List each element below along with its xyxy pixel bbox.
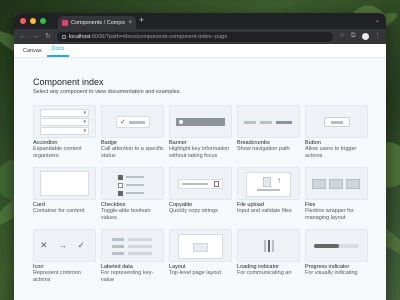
component-card-icon[interactable]: ✕ → ✓ Icon Represent common actions <box>33 229 96 284</box>
component-card-layout[interactable]: Layout Top-level page layout <box>169 229 232 284</box>
close-tab-icon[interactable]: × <box>128 20 132 26</box>
layout-thumbnail <box>169 229 232 262</box>
chevron-down-icon: ▾ <box>83 110 86 116</box>
sample-icons: ✕ → ✓ <box>39 240 90 250</box>
extensions-icon[interactable]: ⧉ <box>351 33 356 40</box>
card-thumbnail <box>33 167 96 200</box>
storybook-favicon-icon <box>62 19 68 26</box>
site-info-icon[interactable] <box>61 34 66 39</box>
checkbox-thumbnail <box>101 167 164 200</box>
page-title: Component index <box>33 77 104 87</box>
breadcrumbs-thumbnail <box>237 105 300 138</box>
maximize-window-button[interactable] <box>40 18 46 24</box>
component-card-banner[interactable]: Banner Highlight key information without… <box>169 105 232 160</box>
url-host: localhost <box>68 33 91 40</box>
browser-tab-title: Components / Component ind <box>71 19 125 26</box>
tab-search-icon[interactable]: ⌄ <box>375 17 380 24</box>
component-description: Highlight key information without taking… <box>169 146 230 159</box>
component-description: Input and validate files <box>237 208 292 214</box>
component-card-checkbox[interactable]: Checkbox Toggle-able boolean values <box>101 167 164 222</box>
upload-arrow-icon: ↑ <box>277 176 281 185</box>
close-window-button[interactable] <box>20 18 26 24</box>
component-card-accordion[interactable]: ▾ ▾ ▾ Accordion Expandable content organ… <box>33 105 96 160</box>
component-card-copyable[interactable]: Copyable Quickly copy strings <box>169 167 232 222</box>
file-upload-thumbnail: ↑ <box>237 167 300 200</box>
component-grid: ▾ ▾ ▾ Accordion Expandable content organ… <box>33 105 379 284</box>
browser-menu-icon[interactable]: ⋮ <box>375 33 382 40</box>
icon-thumbnail: ✕ → ✓ <box>33 229 96 262</box>
loading-indicator-thumbnail <box>237 229 300 262</box>
component-card-button[interactable]: Button Allow users to trigger actions <box>305 105 368 160</box>
component-description: For representing key-value <box>101 270 154 283</box>
address-bar[interactable]: localhost:6006/?path=/docs/components-co… <box>56 31 334 42</box>
docs-content: Component index Select any component to … <box>14 58 386 300</box>
url-path: :6006/?path=/docs/components-component-i… <box>90 33 228 40</box>
component-card-flex[interactable]: Flex Flexbox wrapper for managing layout <box>305 167 368 222</box>
component-description: Top-level page layout <box>169 270 221 276</box>
browser-window: Components / Component ind × + ⌄ ← → ↻ l… <box>14 13 386 300</box>
component-card-progress-indicator[interactable]: Progress indicator For visually indicati… <box>305 229 368 284</box>
banner-thumbnail <box>169 105 232 138</box>
component-description: Allow users to trigger actions <box>305 146 357 159</box>
profile-avatar[interactable] <box>361 33 369 40</box>
component-description: Toggle-able boolean values <box>101 208 151 221</box>
component-card-breadcrumbs[interactable]: Breadcrumbs Show navigation path <box>237 105 300 160</box>
tab-canvas[interactable]: Canvas <box>18 48 47 57</box>
bookmark-star-icon[interactable]: ☆ <box>339 33 345 40</box>
component-description: Represent common actions <box>33 270 81 283</box>
component-description: Show navigation path <box>237 146 290 152</box>
back-arrow-icon[interactable]: ← <box>19 33 26 40</box>
progress-bar <box>314 244 359 248</box>
tab-docs[interactable]: Docs <box>46 46 70 57</box>
component-description: For communicating an <box>237 270 292 276</box>
badge-thumbnail: ✓ <box>101 105 164 138</box>
progress-indicator-thumbnail <box>305 229 368 262</box>
document-icon <box>263 177 271 187</box>
reload-icon[interactable]: ↻ <box>45 33 51 40</box>
chevron-down-icon: ▾ <box>83 119 86 125</box>
flex-thumbnail <box>305 167 368 200</box>
browser-tab[interactable]: Components / Component ind × <box>58 16 136 29</box>
component-description: Quickly copy strings <box>169 208 218 214</box>
component-description: Container for content <box>33 208 85 214</box>
component-description: Expandable content organizers <box>33 146 82 159</box>
forward-arrow-icon[interactable]: → <box>32 33 39 40</box>
chevron-down-icon: ▾ <box>83 128 86 134</box>
copyable-thumbnail <box>169 167 232 200</box>
copy-icon <box>214 181 219 187</box>
component-card-badge[interactable]: ✓ Badge Call attention to a specific sta… <box>101 105 164 160</box>
accordion-thumbnail: ▾ ▾ ▾ <box>33 105 96 138</box>
component-card-labeled-data[interactable]: Labeled data For representing key-value <box>101 229 164 284</box>
storybook-tabs: Canvas Docs <box>14 44 386 58</box>
check-icon: ✓ <box>120 119 126 126</box>
new-tab-button[interactable]: + <box>139 16 144 25</box>
browser-tab-bar: Components / Component ind × + ⌄ <box>14 13 386 29</box>
component-card-card[interactable]: Card Container for content <box>33 167 96 222</box>
labeled-data-thumbnail <box>101 229 164 262</box>
component-card-file-upload[interactable]: ↑ File upload Input and validate files <box>237 167 300 222</box>
minimize-window-button[interactable] <box>30 18 36 24</box>
component-card-loading-indicator[interactable]: Loading indicator For communicating an <box>237 229 300 284</box>
component-description: Flexbox wrapper for managing layout <box>305 208 354 221</box>
browser-toolbar: ← → ↻ localhost:6006/?path=/docs/compone… <box>14 29 386 44</box>
page-subtitle: Select any component to view documentati… <box>33 89 181 95</box>
button-thumbnail <box>305 105 368 138</box>
window-controls <box>20 18 46 24</box>
component-description: Call attention to a specific status <box>101 146 164 159</box>
component-description: For visually indicating <box>305 270 358 276</box>
